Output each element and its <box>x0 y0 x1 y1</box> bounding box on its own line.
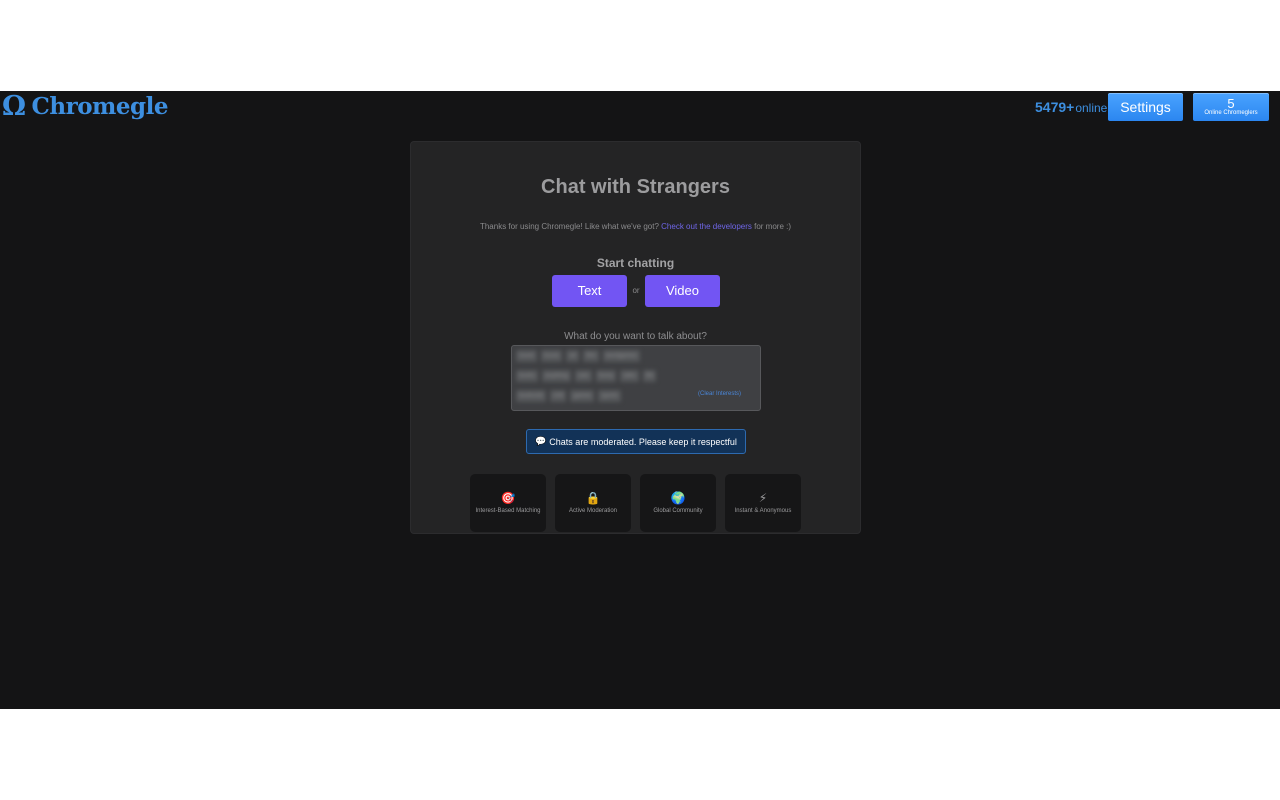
feature-label: Global Community <box>653 507 703 514</box>
feature-list: 🎯 Interest-Based Matching 🔒 Active Moder… <box>470 474 810 532</box>
app-window: Ω Chromegle 5479+ online Settings 5 Onli… <box>0 91 1280 709</box>
online-count: 5479+ online <box>1035 99 1107 115</box>
lightning-icon: ⚡ <box>758 490 768 505</box>
logo-text: Chromegle <box>31 93 169 120</box>
interest-row: bookclub chill games sports <box>516 390 625 404</box>
interest-chip[interactable]: books <box>516 370 539 382</box>
developers-link[interactable]: Check out the developers <box>661 222 752 231</box>
feature-active-moderation: 🔒 Active Moderation <box>555 474 631 532</box>
interest-row: travel music art film wordgames <box>516 350 644 364</box>
omega-icon: Ω <box>2 91 26 122</box>
start-chatting-label: Start chatting <box>596 256 675 270</box>
interests-input[interactable]: travel music art film wordgames books an… <box>511 345 761 411</box>
speech-bubble-icon: 💬 <box>535 436 547 446</box>
chromeglers-count: 5 <box>1227 96 1235 111</box>
or-label: or <box>632 286 640 295</box>
feature-global-community: 🌍 Global Community <box>640 474 716 532</box>
feature-label: Instant & Anonymous <box>734 507 792 514</box>
interest-chip[interactable]: anything <box>542 370 571 382</box>
page-title: Chat with Strangers <box>541 176 730 198</box>
chromeglers-label: Online Chromeglers <box>1204 110 1258 116</box>
video-chat-button[interactable]: Video <box>645 274 720 307</box>
thanks-message: Thanks for using Chromegle! Like what we… <box>411 222 860 231</box>
thanks-suffix: for more :) <box>754 222 792 231</box>
thanks-prefix: Thanks for using Chromegle! Like what we… <box>479 222 659 231</box>
interest-chip[interactable]: bookclub <box>516 390 547 402</box>
moderation-notice-text: Chats are moderated. Please keep it resp… <box>549 436 737 447</box>
logo[interactable]: Ω Chromegle <box>2 93 168 120</box>
interest-chip[interactable]: wordgames <box>602 350 640 362</box>
target-icon: 🎯 <box>500 490 516 505</box>
text-chat-button[interactable]: Text <box>552 274 627 307</box>
interest-chip[interactable]: games <box>570 390 595 402</box>
interest-chip[interactable]: cats <box>574 370 592 382</box>
online-count-label: online <box>1075 101 1108 115</box>
interest-chip[interactable]: talks <box>620 370 639 382</box>
interest-chip[interactable]: art <box>566 350 580 362</box>
interests-label: What do you want to talk about? <box>564 331 707 342</box>
online-count-number: 5479+ <box>1035 99 1075 115</box>
feature-label: Interest-Based Matching <box>475 507 541 514</box>
chat-card: Chat with Strangers Thanks for using Chr… <box>410 141 861 534</box>
online-chromeglers-button[interactable]: 5 Online Chromeglers <box>1193 93 1269 121</box>
chat-mode-buttons: Text or Video <box>552 274 720 307</box>
moderation-notice: 💬 Chats are moderated. Please keep it re… <box>526 429 746 454</box>
globe-icon: 🌍 <box>670 490 686 505</box>
lock-icon: 🔒 <box>585 490 601 505</box>
top-bar: Ω Chromegle 5479+ online Settings 5 Onli… <box>0 91 1280 125</box>
interest-chip[interactable]: sports <box>598 390 621 402</box>
settings-button[interactable]: Settings <box>1108 93 1183 121</box>
interest-chip[interactable]: music <box>540 350 563 362</box>
interest-chip[interactable]: funny <box>595 370 617 382</box>
interest-chip[interactable]: film <box>583 350 599 362</box>
interest-chip[interactable]: chill <box>550 390 567 402</box>
interest-chip[interactable]: life <box>642 370 657 382</box>
feature-interest-matching: 🎯 Interest-Based Matching <box>470 474 546 532</box>
clear-interests-link[interactable]: (Clear Interests) <box>698 391 741 397</box>
feature-label: Active Moderation <box>568 507 618 514</box>
interest-chip[interactable]: travel <box>516 350 537 362</box>
interest-row: books anything cats funny talks life <box>516 370 660 384</box>
feature-instant-anonymous: ⚡ Instant & Anonymous <box>725 474 801 532</box>
